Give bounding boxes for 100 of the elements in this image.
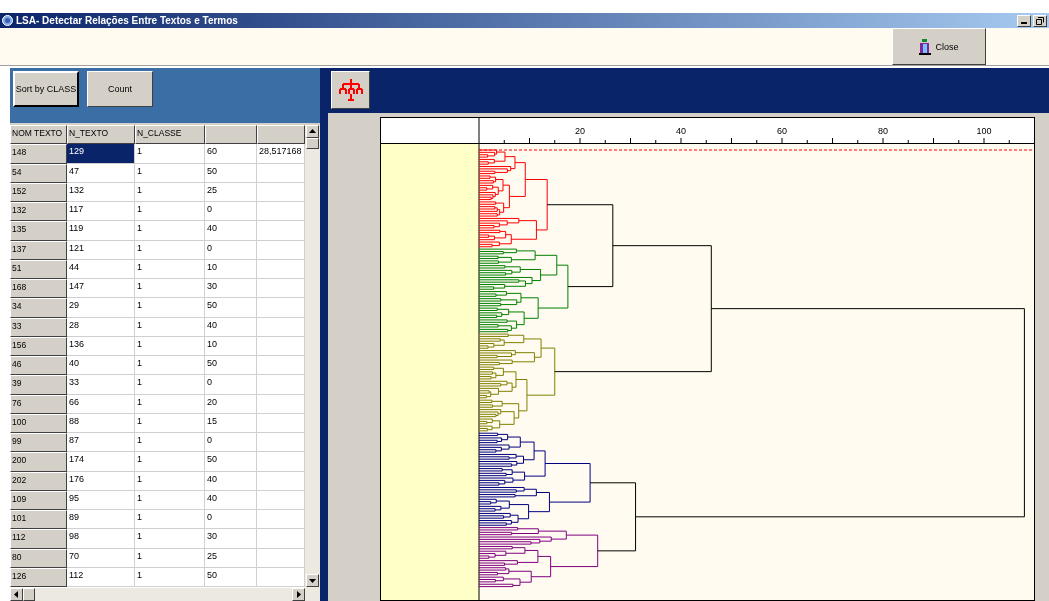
minimize-button[interactable] — [1017, 14, 1031, 27]
close-button[interactable]: Close — [892, 28, 986, 65]
table-cell: 1 — [135, 163, 205, 183]
count-button[interactable]: Count — [87, 71, 153, 107]
row-header[interactable]: 34 — [10, 298, 67, 318]
table-cell: 88 — [67, 413, 135, 433]
table-cell: 20 — [205, 394, 257, 414]
table-cell: 1 — [135, 529, 205, 549]
table-cell: 0 — [205, 202, 257, 222]
horizontal-scrollbar[interactable] — [10, 588, 305, 601]
column-header[interactable] — [257, 125, 305, 145]
app-icon — [2, 15, 13, 26]
table-cell: 1 — [135, 182, 205, 202]
column-header[interactable]: N_CLASSE — [135, 125, 205, 145]
table-cell: 50 — [205, 452, 257, 472]
table-cell: 44 — [67, 259, 135, 279]
axis-tick-label: 100 — [976, 126, 992, 136]
table-cell: 1 — [135, 298, 205, 318]
table-cell: 1 — [135, 567, 205, 587]
table-cell: 0 — [205, 510, 257, 530]
table-cell: 40 — [205, 471, 257, 491]
row-header[interactable]: 168 — [10, 279, 67, 299]
row-header[interactable]: 148 — [10, 144, 67, 164]
table-cell: 25 — [205, 548, 257, 568]
table-cell: 98 — [67, 529, 135, 549]
table-cell: 1 — [135, 452, 205, 472]
table-cell: 119 — [67, 221, 135, 241]
table-cell: 176 — [67, 471, 135, 491]
axis-tick-label: 40 — [676, 126, 686, 136]
table-cell: 0 — [205, 375, 257, 395]
table-cell: 0 — [205, 240, 257, 260]
sort-button[interactable]: Sort by CLASS — [13, 71, 79, 107]
table-cell: 30 — [205, 279, 257, 299]
table-cell: 1 — [135, 548, 205, 568]
table-cell: 10 — [205, 336, 257, 356]
column-header[interactable]: NOM TEXTO — [10, 125, 67, 145]
axis-tick-label: 80 — [878, 126, 888, 136]
table-cell: 25 — [205, 182, 257, 202]
table-cell: 15 — [205, 413, 257, 433]
tree-icon — [338, 79, 363, 101]
table-cell: 1 — [135, 433, 205, 453]
table-cell: 1 — [135, 394, 205, 414]
row-header[interactable]: 39 — [10, 375, 67, 395]
table-cell: 1 — [135, 375, 205, 395]
table-cell: 66 — [67, 394, 135, 414]
table-cell: 95 — [67, 490, 135, 510]
door-icon — [919, 38, 932, 55]
table-cell: 87 — [67, 433, 135, 453]
table-cell: 1 — [135, 336, 205, 356]
scroll-right-button[interactable] — [292, 588, 305, 601]
row-header[interactable]: 132 — [10, 202, 67, 222]
table-cell: 50 — [205, 163, 257, 183]
table-cell: 117 — [67, 202, 135, 222]
table-cell: 1 — [135, 413, 205, 433]
restore-button[interactable] — [1033, 14, 1047, 27]
minimize-icon — [1021, 22, 1027, 24]
table-cell: 70 — [67, 548, 135, 568]
scroll-thumb[interactable] — [306, 138, 319, 149]
vertical-scrollbar[interactable] — [305, 125, 320, 601]
table-cell: 50 — [205, 356, 257, 376]
table-cell: 136 — [67, 336, 135, 356]
table-cell: 30 — [205, 529, 257, 549]
row-header[interactable]: 99 — [10, 433, 67, 453]
window-title: LSA- Detectar Relações Entre Textos e Termos — [16, 15, 239, 26]
table-cell: 40 — [205, 317, 257, 337]
table-cell: 33 — [67, 375, 135, 395]
table-cell: 1 — [135, 356, 205, 376]
table-cell: 1 — [135, 202, 205, 222]
scroll-thumb[interactable] — [23, 588, 35, 601]
axis-tick-label: 20 — [575, 126, 585, 136]
table-cell: 0 — [205, 433, 257, 453]
table-cell: 50 — [205, 298, 257, 318]
dendrogram-button[interactable] — [331, 71, 370, 109]
row-header[interactable]: 112 — [10, 529, 67, 549]
row-header[interactable]: 135 — [10, 221, 67, 241]
table-cell: 121 — [67, 240, 135, 260]
table-cell: 50 — [205, 567, 257, 587]
column-header[interactable] — [205, 125, 257, 145]
axis-tick-label: 60 — [777, 126, 787, 136]
table-cell: 40 — [205, 221, 257, 241]
table-cell: 1 — [135, 279, 205, 299]
table-cell: 89 — [67, 510, 135, 530]
table-cell: 40 — [67, 356, 135, 376]
scroll-left-button[interactable] — [10, 588, 23, 601]
table-cell: 28 — [67, 317, 135, 337]
table-cell: 132 — [67, 182, 135, 202]
table-cell: 1 — [135, 259, 205, 279]
restore-icon — [1036, 16, 1044, 25]
table-cell: 1 — [135, 221, 205, 241]
table-cell: 1 — [135, 317, 205, 337]
table-cell: 129 — [67, 144, 135, 164]
scroll-down-button[interactable] — [306, 574, 319, 587]
row-header[interactable]: 101 — [10, 510, 67, 530]
table-cell: 112 — [67, 567, 135, 587]
row-header[interactable]: 200 — [10, 452, 67, 472]
row-header[interactable]: 46 — [10, 356, 67, 376]
table-cell: 29 — [67, 298, 135, 318]
table-cell: 47 — [67, 163, 135, 183]
scroll-up-button[interactable] — [306, 125, 319, 138]
column-header[interactable]: N_TEXTO — [67, 125, 135, 145]
